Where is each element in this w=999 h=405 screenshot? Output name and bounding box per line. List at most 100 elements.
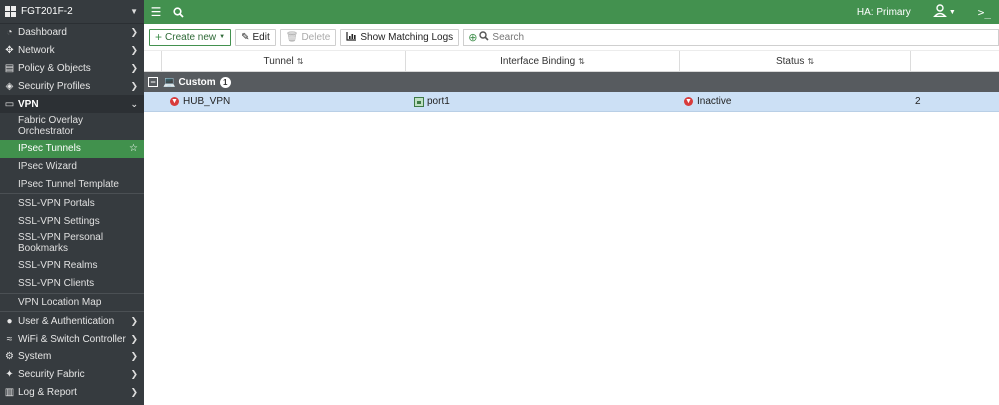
sidebar-item-security-fabric[interactable]: ✦ Security Fabric ❯ [0, 366, 144, 384]
sort-icon: ⇅ [578, 56, 585, 66]
caret-down-icon: ▼ [219, 34, 226, 40]
column-label: Tunnel [263, 55, 294, 67]
column-header-interface-binding[interactable]: Interface Binding ⇅ [406, 51, 680, 71]
sidebar-subitem-sslvpn-realms[interactable]: SSL-VPN Realms [0, 257, 144, 275]
sidebar-item-log-report[interactable]: ▥ Log & Report ❯ [0, 384, 144, 402]
sidebar-subitem-sslvpn-settings[interactable]: SSL-VPN Settings [0, 212, 144, 230]
trash-icon: 🗑 [285, 31, 299, 43]
chevron-right-icon: ❯ [130, 62, 138, 73]
star-icon[interactable]: ☆ [129, 143, 138, 154]
delete-label: Delete [301, 31, 331, 43]
sidebar-item-wifi-switch[interactable]: ≈ WiFi & Switch Controller ❯ [0, 330, 144, 348]
sidebar-item-policy-objects[interactable]: ▤ Policy & Objects ❯ [0, 60, 144, 78]
sidebar-subitem-sslvpn-clients[interactable]: SSL-VPN Clients [0, 275, 144, 293]
dashboard-icon: ◔ [6, 27, 13, 39]
sidebar-subitem-ipsec-tunnels[interactable]: IPsec Tunnels ☆ [0, 139, 144, 158]
device-selector[interactable]: FGT201F-2 ▼ [0, 0, 144, 24]
cli-console-icon[interactable]: >_ [978, 6, 991, 19]
row-select-cell[interactable] [144, 92, 162, 111]
hamburger-menu-icon[interactable]: ☰ [144, 5, 168, 19]
add-filter-icon[interactable]: ⊕ [468, 31, 477, 44]
delete-button[interactable]: 🗑 Delete [279, 28, 337, 46]
create-new-label: Create new [165, 31, 217, 43]
sidebar-subitem-sslvpn-portals[interactable]: SSL-VPN Portals [0, 194, 144, 212]
sidebar-item-system[interactable]: ⚙ System ❯ [0, 348, 144, 366]
user-icon: ● [6, 315, 13, 327]
sidebar-item-security-profiles[interactable]: ◈ Security Profiles ❯ [0, 77, 144, 95]
chevron-right-icon: ❯ [130, 27, 138, 38]
chevron-right-icon: ❯ [130, 386, 138, 397]
sidebar-subitem-ipsec-wizard[interactable]: IPsec Wizard [0, 158, 144, 176]
sidebar-subitem-label: VPN Location Map [18, 296, 102, 308]
column-label: Status [775, 55, 805, 67]
sidebar-subitem-label: SSL-VPN Portals [18, 197, 95, 209]
sidebar-subitem-label: IPsec Tunnels [18, 143, 81, 155]
sidebar-subitem-label: SSL-VPN Clients [18, 278, 95, 290]
interface-name: port1 [427, 96, 450, 107]
table-row[interactable]: ▼ HUB_VPN port1 ▼ Inactive 2 [144, 92, 999, 112]
sidebar-subitem-sslvpn-bookmarks[interactable]: SSL-VPN Personal Bookmarks [0, 230, 144, 257]
vpn-icon: ▭ [4, 98, 15, 110]
fortinet-logo-icon [5, 6, 17, 17]
sidebar-subitem-ipsec-template[interactable]: IPsec Tunnel Template [0, 176, 144, 194]
device-name: FGT201F-2 [21, 6, 73, 17]
sidebar: FGT201F-2 ▼ ◔ Dashboard ❯ ✥ Network ❯ ▤ … [0, 0, 144, 405]
create-new-button[interactable]: + Create new ▼ [149, 28, 232, 46]
group-row-custom[interactable]: − 💻 Custom 1 [144, 72, 999, 92]
chevron-right-icon: ❯ [130, 80, 138, 91]
plus-icon: + [155, 30, 163, 44]
sidebar-subitem-vpn-location-map[interactable]: VPN Location Map [0, 294, 144, 312]
policy-icon: ▤ [4, 62, 15, 74]
security-profiles-icon: ◈ [5, 80, 14, 92]
chevron-right-icon: ❯ [130, 369, 138, 380]
ipsec-tunnels-table: Tunnel ⇅ Interface Binding ⇅ Status ⇅ − … [144, 51, 999, 112]
column-header-extra[interactable] [911, 51, 999, 71]
sidebar-subitem-label: SSL-VPN Realms [18, 260, 98, 272]
gear-icon: ⚙ [5, 351, 14, 363]
group-count-badge: 1 [219, 76, 231, 88]
group-label: Custom [178, 76, 216, 88]
edit-button[interactable]: ✎ Edit [235, 28, 276, 46]
extra-cell: 2 [911, 92, 999, 111]
edit-label: Edit [252, 31, 270, 43]
interface-cell: port1 [406, 92, 680, 111]
tunnel-down-icon: ▼ [170, 97, 179, 106]
sidebar-item-network[interactable]: ✥ Network ❯ [0, 42, 144, 60]
table-header: Tunnel ⇅ Interface Binding ⇅ Status ⇅ [144, 51, 999, 72]
user-menu[interactable]: ▼ [932, 4, 956, 20]
search-input[interactable]: ⊕ Search [463, 28, 999, 46]
port-icon [414, 96, 424, 107]
sidebar-subitem-label: Fabric Overlay Orchestrator [18, 115, 84, 138]
sidebar-item-label: WiFi & Switch Controller [18, 333, 126, 345]
tunnel-cell: ▼ HUB_VPN [162, 92, 406, 111]
pencil-icon: ✎ [241, 31, 250, 43]
show-matching-logs-button[interactable]: Show Matching Logs [340, 28, 460, 46]
chevron-right-icon: ❯ [130, 333, 138, 344]
chevron-down-icon: ⌄ [130, 98, 138, 109]
laptop-icon: 💻 [163, 76, 176, 88]
search-icon [479, 30, 489, 44]
chevron-down-icon: ▼ [130, 7, 138, 16]
sidebar-item-label: Dashboard [18, 27, 67, 39]
sidebar-item-label: VPN [18, 98, 39, 110]
column-label: Interface Binding [500, 55, 576, 67]
status-text: Inactive [697, 96, 732, 107]
column-header-tunnel[interactable]: Tunnel ⇅ [162, 51, 406, 71]
sidebar-subitem-label: SSL-VPN Personal Bookmarks [18, 232, 104, 255]
sidebar-item-vpn[interactable]: ▭ VPN ⌄ [0, 95, 144, 113]
sidebar-item-label: Log & Report [18, 386, 77, 398]
sidebar-subitem-fabric-overlay[interactable]: Fabric Overlay Orchestrator [0, 113, 144, 140]
chevron-right-icon: ❯ [130, 45, 138, 56]
search-icon[interactable] [168, 6, 188, 18]
collapse-icon[interactable]: − [148, 77, 158, 87]
sidebar-subitem-label: IPsec Tunnel Template [18, 178, 119, 190]
sidebar-subitem-label: SSL-VPN Settings [18, 215, 100, 227]
sidebar-item-dashboard[interactable]: ◔ Dashboard ❯ [0, 24, 144, 42]
sidebar-subitem-label: IPsec Wizard [18, 161, 77, 173]
select-all-column[interactable] [144, 51, 162, 71]
search-placeholder: Search [492, 31, 525, 43]
chevron-right-icon: ❯ [130, 351, 138, 362]
report-icon: ▥ [4, 386, 15, 398]
column-header-status[interactable]: Status ⇅ [680, 51, 911, 71]
sidebar-item-user-auth[interactable]: ● User & Authentication ❯ [0, 312, 144, 330]
